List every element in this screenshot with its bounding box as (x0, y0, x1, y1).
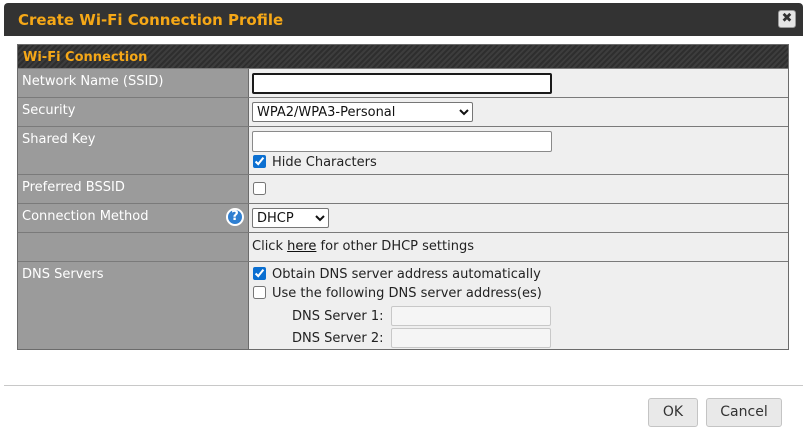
dns-manual-label: Use the following DNS server address(es) (272, 286, 542, 301)
preferred-bssid-label: Preferred BSSID (18, 175, 249, 203)
hide-characters-option: Hide Characters (252, 155, 784, 170)
dns-server-2-input[interactable] (391, 328, 551, 348)
dns-auto-label: Obtain DNS server address automatically (272, 267, 541, 282)
dhcp-settings-suffix: for other DHCP settings (316, 239, 474, 254)
security-select[interactable]: WPA2/WPA3-Personal (252, 102, 473, 122)
connection-method-label: Connection Method (22, 209, 149, 224)
cancel-button[interactable]: Cancel (706, 398, 782, 427)
help-icon[interactable]: ? (226, 208, 244, 226)
dns-server-1-label: DNS Server 1: (292, 308, 384, 324)
row-preferred-bssid: Preferred BSSID (18, 174, 788, 203)
connection-method-select[interactable]: DHCP (252, 208, 329, 228)
dns-server-1-input[interactable] (391, 306, 551, 326)
dhcp-settings-text: Click here for other DHCP settings (249, 233, 788, 261)
dns-manual-checkbox[interactable] (253, 286, 266, 299)
connection-method-value-cell: DHCP (249, 204, 788, 232)
dns-manual-option: Use the following DNS server address(es) (252, 286, 784, 305)
ssid-value-cell (249, 69, 788, 97)
row-ssid: Network Name (SSID) (18, 68, 788, 97)
dns-auto-checkbox[interactable] (253, 267, 266, 280)
shared-key-value-cell: Hide Characters (249, 127, 788, 174)
row-shared-key: Shared Key Hide Characters (18, 126, 788, 174)
dns-servers-value-cell: Obtain DNS server address automatically … (249, 262, 788, 349)
dialog-title: Create Wi-Fi Connection Profile (18, 11, 284, 29)
wifi-profile-dialog: Create Wi-Fi Connection Profile ✖ Wi-Fi … (0, 0, 805, 444)
shared-key-label: Shared Key (18, 127, 249, 174)
wifi-connection-form: Wi-Fi Connection Network Name (SSID) Sec… (17, 44, 789, 350)
dns-server-2-row: DNS Server 2: (252, 327, 784, 349)
dns-server-2-label: DNS Server 2: (292, 330, 384, 346)
dhcp-settings-prefix: Click (252, 239, 288, 254)
dns-auto-option: Obtain DNS server address automatically (252, 267, 784, 286)
row-dns-servers: DNS Servers Obtain DNS server address au… (18, 261, 788, 349)
section-header: Wi-Fi Connection (18, 45, 788, 68)
preferred-bssid-checkbox[interactable] (253, 182, 266, 195)
close-icon[interactable]: ✖ (778, 10, 796, 28)
dhcp-settings-label-cell (18, 233, 249, 261)
hide-characters-checkbox[interactable] (253, 155, 266, 168)
row-connection-method: Connection Method ? DHCP (18, 203, 788, 232)
ssid-label: Network Name (SSID) (18, 69, 249, 97)
ssid-input[interactable] (252, 73, 552, 94)
dns-servers-label: DNS Servers (18, 262, 249, 349)
footer-divider (4, 385, 803, 386)
security-value-cell: WPA2/WPA3-Personal (249, 98, 788, 126)
preferred-bssid-value-cell (249, 175, 788, 203)
hide-characters-label: Hide Characters (272, 155, 377, 170)
security-label: Security (18, 98, 249, 126)
dhcp-settings-link[interactable]: here (287, 239, 316, 254)
ok-button[interactable]: OK (648, 398, 698, 427)
shared-key-input[interactable] (252, 131, 552, 152)
dialog-title-bar: Create Wi-Fi Connection Profile ✖ (4, 3, 803, 36)
row-security: Security WPA2/WPA3-Personal (18, 97, 788, 126)
connection-method-label-cell: Connection Method ? (18, 204, 249, 232)
row-dhcp-settings: Click here for other DHCP settings (18, 232, 788, 261)
dns-server-1-row: DNS Server 1: (252, 305, 784, 327)
